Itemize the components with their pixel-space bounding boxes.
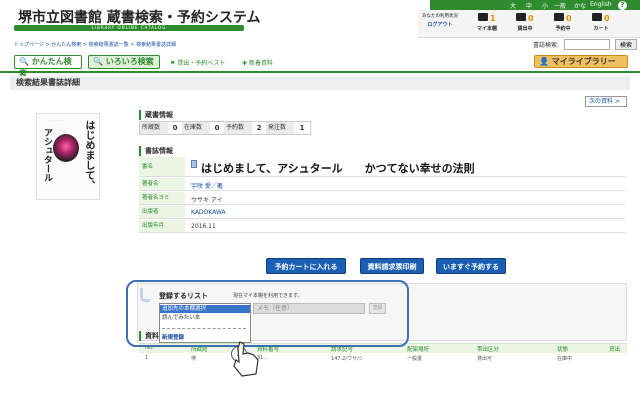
utility-strip: 大 中 小 一般 かな English [430,0,640,10]
reserving-count: 0 [566,14,572,23]
font-small-link[interactable]: 小 [542,1,548,10]
holdings-value: 0 [172,124,178,132]
side-search-input[interactable] [564,39,610,50]
cell-location: 一般書 [407,356,423,362]
logout-link[interactable]: ログアウト [422,21,458,28]
bib-key-pubdate: 出版年月 [139,220,185,232]
bib-key-title: 書名 [139,157,185,176]
user-status-box: あなたの利用状況 ログアウト 1 マイ本棚 0 貸出中 0 予約中 0 カート [418,10,640,38]
holdings-heading: 蔵書情報 [139,110,173,120]
bib-row-pubdate: 出版年月 2016.11 [139,220,625,233]
bookshelf-count: 1 [490,14,496,23]
bib-heading: 書誌情報 [139,146,173,156]
lending-label: 貸出中 [517,26,533,32]
nav-new-label: 新着資料 [248,60,273,67]
mybookshelf-link[interactable]: 1 マイ本棚 [472,13,502,32]
cell-call-number: 147.2/ウサ/シ [331,356,364,362]
help-icon[interactable]: ? [618,1,627,10]
lang-general-link[interactable]: 一般 [554,1,566,10]
nav-best-label: 貸出・予約ベスト [177,60,226,67]
reserve-now-button[interactable]: いますぐ予約する [436,258,506,274]
pubdate: 2016.11 [191,223,216,230]
tab-various-search-label: いろいろ検索 [105,57,154,66]
cell-status: 在庫中 [557,356,573,362]
nav-new-link[interactable]: ✚ 新着資料 [242,58,273,67]
col-lending: 貸出 [609,347,621,353]
publisher-link[interactable]: KADOKAWA [191,209,226,216]
breadcrumb[interactable]: トップページ > かんたん検索 > 検索結果書誌一覧 > 検索結果書誌詳細 [14,41,176,48]
bib-row-publisher: 出版者 KADOKAWA [139,206,625,219]
lending-count: 0 [528,14,534,23]
bib-row-author-reading: 著者名ヨミ ウサキ アイ [139,192,625,205]
cart-label: カート [593,26,609,32]
print-request-button[interactable]: 資料請求票印刷 [360,258,424,274]
table-row: 1 堺 31... 147.2/ウサ/シ 一般書 貸出可 在庫中 [139,355,627,364]
bib-key-publisher: 出版者 [139,206,185,218]
font-medium-link[interactable]: 中 [526,1,532,10]
tab-various-search[interactable]: 🔍 いろいろ検索 [88,55,160,69]
nav-best-link[interactable]: ⚑ 貸出・予約ベスト [170,58,225,67]
stock-value: 0 [214,124,220,132]
bookshelf-icon [478,13,489,21]
cover-tagline: ·· · ·· · ·· [51,118,63,122]
lang-english-link[interactable]: English [590,1,612,8]
header: 大 中 小 一般 かな English ? 堺市立図書館 蔵書検索・予約システム… [0,0,640,38]
user-status: あなたの利用状況 ログアウト [422,13,458,28]
col-lending-class: 帯出区分 [477,347,500,353]
tab-simple-search[interactable]: 🔍 かんたん検索 [14,55,82,78]
reserving-label: 予約中 [555,26,571,32]
bookshelf-label: マイ本棚 [476,26,497,32]
mylibrary-label: マイライブラリー [551,57,616,66]
bib-key-author-reading: 著者名ヨミ [139,192,185,204]
lending-link[interactable]: 0 貸出中 [510,13,540,32]
page-title: 検索結果書誌詳細 [10,76,630,90]
order-count-value: 1 [299,124,305,132]
highlight-box [126,280,409,347]
reserving-link[interactable]: 0 予約中 [548,13,578,32]
cart-link[interactable]: 0 カート [586,13,616,32]
add-to-cart-button[interactable]: 予約カートに入れる [266,258,346,274]
cart-icon [592,13,603,21]
col-location: 配架場所 [407,347,430,353]
cell-library: 堺 [191,356,197,362]
reserve-count-label: 予約数 [224,122,252,134]
logo-subtitle: LIBRARY ONLINE CATALOG [91,25,167,30]
cover-title: はじめまして、 [83,120,94,190]
side-search-button[interactable]: 検索 [615,39,637,50]
cell-no: 1 [145,355,149,361]
reserve-icon [554,13,565,21]
lang-kana-link[interactable]: かな [574,1,586,10]
cover-subtitle: アシュタール [42,128,52,182]
next-item-link[interactable]: 次の資料 > [585,96,627,107]
bib-row-title: 書名 はじめまして、アシュタール かつてない幸せの法則 [139,157,625,177]
pointer-hand-icon [233,341,259,377]
holdings-label: 所蔵数 [140,122,168,134]
cart-count: 0 [604,14,610,23]
col-status: 状態 [557,347,569,353]
document-icon [191,160,197,168]
cell-lending-class: 貸出可 [477,356,493,362]
font-large-link[interactable]: 大 [510,1,516,10]
bib-key-author: 著者名 [139,178,185,190]
nav-divider [0,71,640,73]
bib-row-author: 著者名 宇咲 愛／著 [139,178,625,191]
house-icon [516,13,527,21]
side-search-label: 書誌検索: [533,42,560,49]
book-title-text: はじめまして、アシュタール かつてない幸せの法則 [201,162,475,175]
book-title: はじめまして、アシュタール かつてない幸せの法則 [191,160,475,176]
mylibrary-button[interactable]: 👤 マイライブラリー [534,55,628,68]
order-count-label: 発注数 [266,122,294,134]
user-status-text: あなたの利用状況 [422,14,458,19]
cover-illustration [53,134,79,162]
author-link[interactable]: 宇咲 愛／著 [191,181,223,190]
author-reading: ウサキ アイ [191,197,223,204]
side-search: 書誌検索: 検索 [533,39,637,50]
book-cover: ·· · ·· · ·· はじめまして、 アシュタール [36,113,100,200]
site-logo-title[interactable]: 堺市立図書館 蔵書検索・予約システム [18,7,260,27]
stock-label: 在庫数 [182,122,210,134]
holdings-summary: 所蔵数 0 在庫数 0 予約数 2 発注数 1 [139,121,311,135]
tab-simple-search-label: かんたん検索 [19,57,72,78]
reserve-count-value: 2 [256,124,262,132]
